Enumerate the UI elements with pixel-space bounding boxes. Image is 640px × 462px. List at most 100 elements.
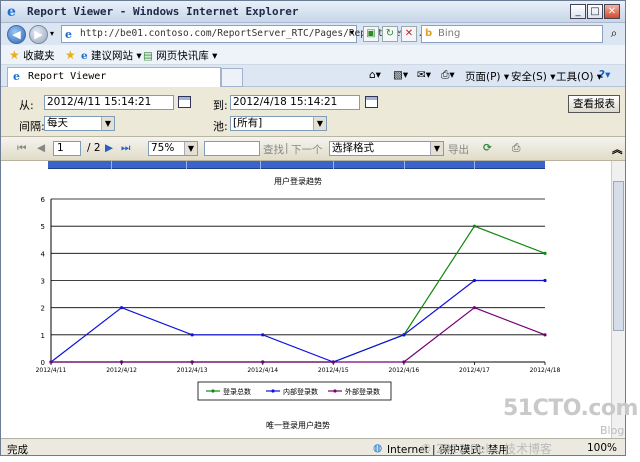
interval-value: 每天 (47, 117, 68, 129)
mail-icon[interactable]: ✉▾ (417, 69, 431, 81)
format-dropdown-icon: ▼ (430, 142, 443, 155)
data-point (190, 360, 194, 364)
zoom-dropdown-icon: ▼ (184, 142, 197, 155)
from-calendar-icon[interactable] (178, 96, 191, 108)
data-point (472, 278, 477, 283)
view-report-button[interactable]: 查看报表 (568, 95, 620, 113)
interval-label: 间隔: (19, 120, 45, 133)
tab-label: Report Viewer (28, 71, 107, 82)
page-number-input[interactable]: 1 (53, 141, 81, 156)
x-tick-label: 2012/4/18 (530, 367, 561, 374)
add-favorite-icon[interactable]: ★ (65, 48, 76, 62)
y-tick-label: 5 (41, 223, 45, 231)
legend-marker (333, 389, 337, 393)
url-dropdown-icon[interactable]: ▾ (350, 28, 354, 37)
next-page-icon[interactable]: ▶ (105, 142, 113, 154)
internet-zone-icon: ◍ (373, 442, 383, 454)
compat-view-icon[interactable]: ▣ (363, 26, 379, 42)
x-tick-label: 2012/4/12 (106, 367, 137, 374)
tab-bar: e Report Viewer ⌂▾ ▧▾ ✉▾ ⎙▾ 页面(P) ▾ 安全(S… (1, 65, 625, 87)
minimize-button[interactable]: _ (570, 4, 586, 19)
series-line-2 (50, 279, 545, 363)
help-menu[interactable]: ?▾ (599, 69, 610, 81)
previous-page-icon[interactable]: ◀ (37, 142, 45, 154)
legend-label: 内部登录数 (283, 387, 318, 396)
forward-button[interactable]: ▶ (29, 25, 48, 44)
page-total: / 2 (87, 142, 101, 154)
to-date-input[interactable]: 2012/4/18 15:14:21 (230, 95, 360, 110)
close-button[interactable]: ✕ (604, 4, 620, 19)
url-field[interactable]: e http://be01.contoso.com/ReportServer_R… (61, 25, 452, 43)
print-icon[interactable]: ⎙▾ (441, 69, 455, 82)
first-page-icon[interactable]: ⏮ (17, 142, 26, 155)
zoom-select[interactable]: 75% ▼ (148, 141, 198, 156)
x-tick-label: 2012/4/15 (318, 367, 349, 374)
find-next-link[interactable]: 下一个 (291, 142, 323, 157)
web-slice-icon: ▤ (143, 50, 153, 62)
x-tick-label: 2012/4/14 (247, 367, 278, 374)
collapse-parameters-icon[interactable]: ︽ (612, 142, 623, 157)
favorites-button[interactable]: ★ 收藏夹 (9, 48, 55, 63)
maximize-button[interactable]: □ (587, 4, 603, 19)
status-text: 完成 (7, 444, 28, 456)
find-link[interactable]: 查找 (263, 142, 284, 157)
find-input[interactable] (204, 141, 260, 156)
zoom-level[interactable]: 100% (587, 442, 617, 454)
search-icon[interactable]: ⌕ (606, 26, 622, 42)
window-title: Report Viewer - Windows Internet Explore… (27, 5, 299, 18)
from-label: 从: (19, 99, 34, 112)
stop-icon[interactable]: ✕ (401, 26, 417, 42)
last-page-icon[interactable]: ⏭ (121, 142, 130, 155)
export-link[interactable]: 导出 (448, 142, 469, 157)
data-point (119, 360, 124, 364)
history-dropdown-icon[interactable]: ▾ (50, 29, 54, 38)
suggested-sites-link[interactable]: e 建议网站 ▾ (81, 48, 142, 63)
feeds-icon[interactable]: ▧▾ (393, 69, 408, 81)
print-report-icon[interactable]: ⎙ (512, 142, 520, 155)
from-date-input[interactable]: 2012/4/11 15:14:21 (44, 95, 174, 110)
interval-select[interactable]: 每天 ▼ (44, 116, 115, 131)
search-field[interactable]: b Bing (421, 25, 603, 43)
scrollbar-thumb[interactable] (613, 181, 624, 331)
suggested-sites-label: 建议网站 ▾ (91, 50, 142, 62)
favorites-star-icon: ★ (9, 48, 20, 62)
x-tick-label: 2012/4/16 (388, 367, 419, 374)
legend-label: 外部登录数 (345, 387, 380, 396)
legend-label: 登录总数 (223, 387, 251, 396)
back-button[interactable]: ◀ (7, 25, 26, 44)
new-tab-button[interactable] (221, 68, 243, 87)
interval-dropdown-icon: ▼ (101, 117, 114, 130)
safety-menu[interactable]: 安全(S) ▾ (511, 69, 555, 84)
x-tick-label: 2012/4/13 (177, 367, 208, 374)
tab-report-viewer[interactable]: e Report Viewer (7, 67, 221, 87)
watermark-blog: Blog (600, 424, 625, 437)
web-slice-label: 网页快讯库 ▾ (156, 50, 218, 62)
export-format-select[interactable]: 选择格式 ▼ (329, 141, 444, 156)
data-point (49, 360, 53, 364)
pool-label: 池: (213, 120, 228, 133)
data-point (402, 333, 406, 337)
data-point (261, 360, 265, 364)
find-separator: | (285, 142, 289, 154)
pool-select[interactable]: [所有] ▼ (230, 116, 327, 131)
favorites-label: 收藏夹 (23, 50, 55, 62)
data-point (331, 360, 335, 364)
to-calendar-icon[interactable] (365, 96, 378, 108)
watermark-brand: 51CTO.com (503, 396, 638, 421)
bing-icon: b (425, 28, 433, 39)
refresh-report-icon[interactable]: ⟳ (483, 142, 492, 154)
pool-dropdown-icon: ▼ (313, 117, 326, 130)
page-icon: e (65, 28, 72, 41)
data-point (472, 224, 477, 228)
refresh-icon[interactable]: ↻ (382, 26, 398, 42)
parameter-panel: 从: 2012/4/11 15:14:21 到: 2012/4/18 15:14… (1, 87, 625, 137)
zoom-value: 75% (151, 142, 175, 154)
home-icon[interactable]: ⌂▾ (369, 69, 381, 81)
legend-marker (211, 389, 215, 393)
web-slice-gallery-link[interactable]: ▤ 网页快讯库 ▾ (143, 48, 217, 63)
chart-title: 用户登录趋势 (274, 176, 322, 186)
export-format-value: 选择格式 (332, 142, 374, 154)
series-line-1 (51, 225, 546, 363)
page-menu[interactable]: 页面(P) ▾ (465, 69, 509, 84)
tools-menu[interactable]: 工具(O) ▾ (556, 69, 602, 84)
